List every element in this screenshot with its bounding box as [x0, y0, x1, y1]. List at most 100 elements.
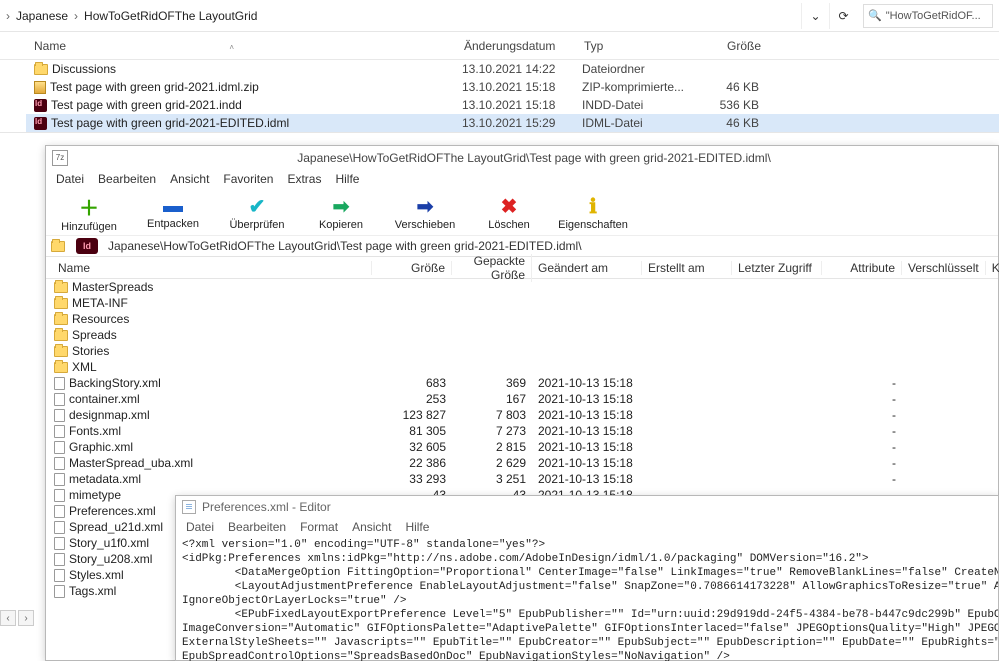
col-accessed[interactable]: Letzter Zugriff	[732, 261, 822, 275]
menu-bearbeiten[interactable]: Bearbeiten	[98, 172, 156, 186]
notepad-menu-datei[interactable]: Datei	[186, 520, 214, 534]
archive-row[interactable]: XML	[52, 359, 998, 375]
toolbar-add-button[interactable]: ＋Hinzufügen	[52, 192, 126, 233]
col-attr[interactable]: Attribute	[822, 261, 902, 275]
toolbar-test-button[interactable]: ✔Überprüfen	[220, 194, 294, 231]
scroll-right-icon[interactable]: ›	[18, 610, 34, 626]
entry-attr: -	[822, 376, 902, 390]
file-icon	[54, 569, 65, 582]
scroll-left-icon[interactable]: ‹	[0, 610, 16, 626]
toolbar-label: Verschieben	[395, 219, 456, 231]
column-type-header[interactable]: Typ	[584, 39, 689, 53]
explorer-row[interactable]: Test page with green grid-2021-EDITED.id…	[26, 114, 999, 132]
search-box[interactable]: 🔍 "HowToGetRidOF...	[863, 4, 993, 28]
chevron-right-icon: ›	[6, 9, 10, 23]
entry-name: MasterSpreads	[72, 280, 153, 294]
toolbar-label: Überprüfen	[229, 219, 284, 231]
entry-packed: 167	[452, 392, 532, 406]
folder-icon	[54, 282, 68, 293]
archive-row[interactable]: Resources	[52, 311, 998, 327]
entry-packed: 7 273	[452, 424, 532, 438]
notepad-menu-hilfe[interactable]: Hilfe	[405, 520, 429, 534]
archive-row[interactable]: container.xml2531672021-10-13 15:18-	[52, 391, 998, 407]
toolbar-props-button[interactable]: ℹEigenschaften	[556, 194, 630, 231]
archive-row[interactable]: BackingStory.xml6833692021-10-13 15:18-	[52, 375, 998, 391]
notepad-menu-bearbeiten[interactable]: Bearbeiten	[228, 520, 286, 534]
entry-modified: 2021-10-13 15:18	[532, 392, 642, 406]
search-placeholder: "HowToGetRidOF...	[886, 10, 981, 22]
menu-datei[interactable]: Datei	[56, 172, 84, 186]
toolbar-label: Hinzufügen	[61, 221, 117, 233]
file-icon	[54, 393, 65, 406]
breadcrumb[interactable]: › Japanese › HowToGetRidOFThe LayoutGrid	[6, 9, 257, 23]
explorer-row[interactable]: Test page with green grid-2021.idml.zip1…	[26, 78, 999, 96]
column-date-header[interactable]: Änderungsdatum	[464, 39, 584, 53]
entry-attr: -	[822, 440, 902, 454]
breadcrumb-item[interactable]: Japanese	[16, 9, 68, 23]
menu-favoriten[interactable]: Favoriten	[223, 172, 273, 186]
entry-modified: 2021-10-13 15:18	[532, 440, 642, 454]
entry-name: Graphic.xml	[69, 440, 133, 454]
sevenzip-path-input[interactable]	[104, 237, 998, 255]
col-packed[interactable]: Gepackte Größe	[452, 254, 532, 282]
explorer-row[interactable]: Discussions13.10.2021 14:22Dateiordner	[26, 60, 999, 78]
notepad-menu-ansicht[interactable]: Ansicht	[352, 520, 391, 534]
notepad-title: Preferences.xml - Editor	[202, 500, 331, 514]
col-created[interactable]: Erstellt am	[642, 261, 732, 275]
archive-row[interactable]: Stories	[52, 343, 998, 359]
archive-row[interactable]: Fonts.xml81 3057 2732021-10-13 15:18-	[52, 423, 998, 439]
entry-name: Resources	[72, 312, 129, 326]
entry-name: BackingStory.xml	[69, 376, 161, 390]
file-size: 536 KB	[687, 98, 767, 112]
breadcrumb-item[interactable]: HowToGetRidOFThe LayoutGrid	[84, 9, 257, 23]
archive-row[interactable]: designmap.xml123 8277 8032021-10-13 15:1…	[52, 407, 998, 423]
entry-packed: 3 251	[452, 472, 532, 486]
archive-row[interactable]: MasterSpread_uba.xml22 3862 6292021-10-1…	[52, 455, 998, 471]
folder-icon	[54, 362, 68, 373]
toolbar-delete-button[interactable]: ✖Löschen	[472, 194, 546, 231]
chevron-right-icon: ›	[74, 9, 78, 23]
toolbar-copy-button[interactable]: ➡Kopieren	[304, 194, 378, 231]
folder-up-icon[interactable]	[46, 241, 70, 252]
notepad-titlebar[interactable]: Preferences.xml - Editor	[176, 496, 998, 518]
entry-attr: -	[822, 408, 902, 422]
file-name: Test page with green grid-2021-EDITED.id…	[51, 116, 289, 130]
toolbar-label: Entpacken	[147, 218, 199, 230]
sevenzip-titlebar[interactable]: 7z Japanese\HowToGetRidOFThe LayoutGrid\…	[46, 146, 998, 169]
explorer-column-headers: Name ˄ Änderungsdatum Typ Größe	[0, 32, 999, 60]
entry-size: 253	[372, 392, 452, 406]
entry-name: container.xml	[69, 392, 140, 406]
col-modified[interactable]: Geändert am	[532, 261, 642, 275]
entry-name: Spreads	[72, 328, 117, 342]
toolbar-move-button[interactable]: ➡Verschieben	[388, 194, 462, 231]
menu-hilfe[interactable]: Hilfe	[335, 172, 359, 186]
toolbar-extract-button[interactable]: ▬Entpacken	[136, 195, 210, 230]
archive-row[interactable]: META-INF	[52, 295, 998, 311]
entry-name: metadata.xml	[69, 472, 141, 486]
menu-ansicht[interactable]: Ansicht	[170, 172, 209, 186]
entry-name: Stories	[72, 344, 109, 358]
test-icon: ✔	[249, 194, 266, 219]
archive-row[interactable]: metadata.xml33 2933 2512021-10-13 15:18-	[52, 471, 998, 487]
notepad-text-area[interactable]: <?xml version="1.0" encoding="UTF-8" sta…	[176, 536, 998, 661]
entry-size: 22 386	[372, 456, 452, 470]
archive-row[interactable]: Graphic.xml32 6052 8152021-10-13 15:18-	[52, 439, 998, 455]
col-name[interactable]: Name	[52, 261, 372, 275]
notepad-menu-format[interactable]: Format	[300, 520, 338, 534]
menu-extras[interactable]: Extras	[287, 172, 321, 186]
entry-name: Fonts.xml	[69, 424, 121, 438]
col-size[interactable]: Größe	[372, 261, 452, 275]
col-encrypted[interactable]: Verschlüsselt	[902, 261, 986, 275]
explorer-rows: Discussions13.10.2021 14:22DateiordnerTe…	[0, 60, 999, 132]
move-icon: ➡	[417, 194, 434, 219]
entry-packed: 2 815	[452, 440, 532, 454]
col-comment[interactable]: Kommentar	[986, 261, 999, 275]
column-size-header[interactable]: Größe	[689, 39, 769, 53]
entry-modified: 2021-10-13 15:18	[532, 456, 642, 470]
archive-row[interactable]: Spreads	[52, 327, 998, 343]
history-dropdown-icon[interactable]: ⌄	[801, 3, 829, 29]
file-type: IDML-Datei	[582, 116, 687, 130]
refresh-icon[interactable]: ⟳	[829, 3, 857, 29]
explorer-row[interactable]: Test page with green grid-2021.indd13.10…	[26, 96, 999, 114]
column-name-header[interactable]: Name ˄	[34, 39, 464, 53]
